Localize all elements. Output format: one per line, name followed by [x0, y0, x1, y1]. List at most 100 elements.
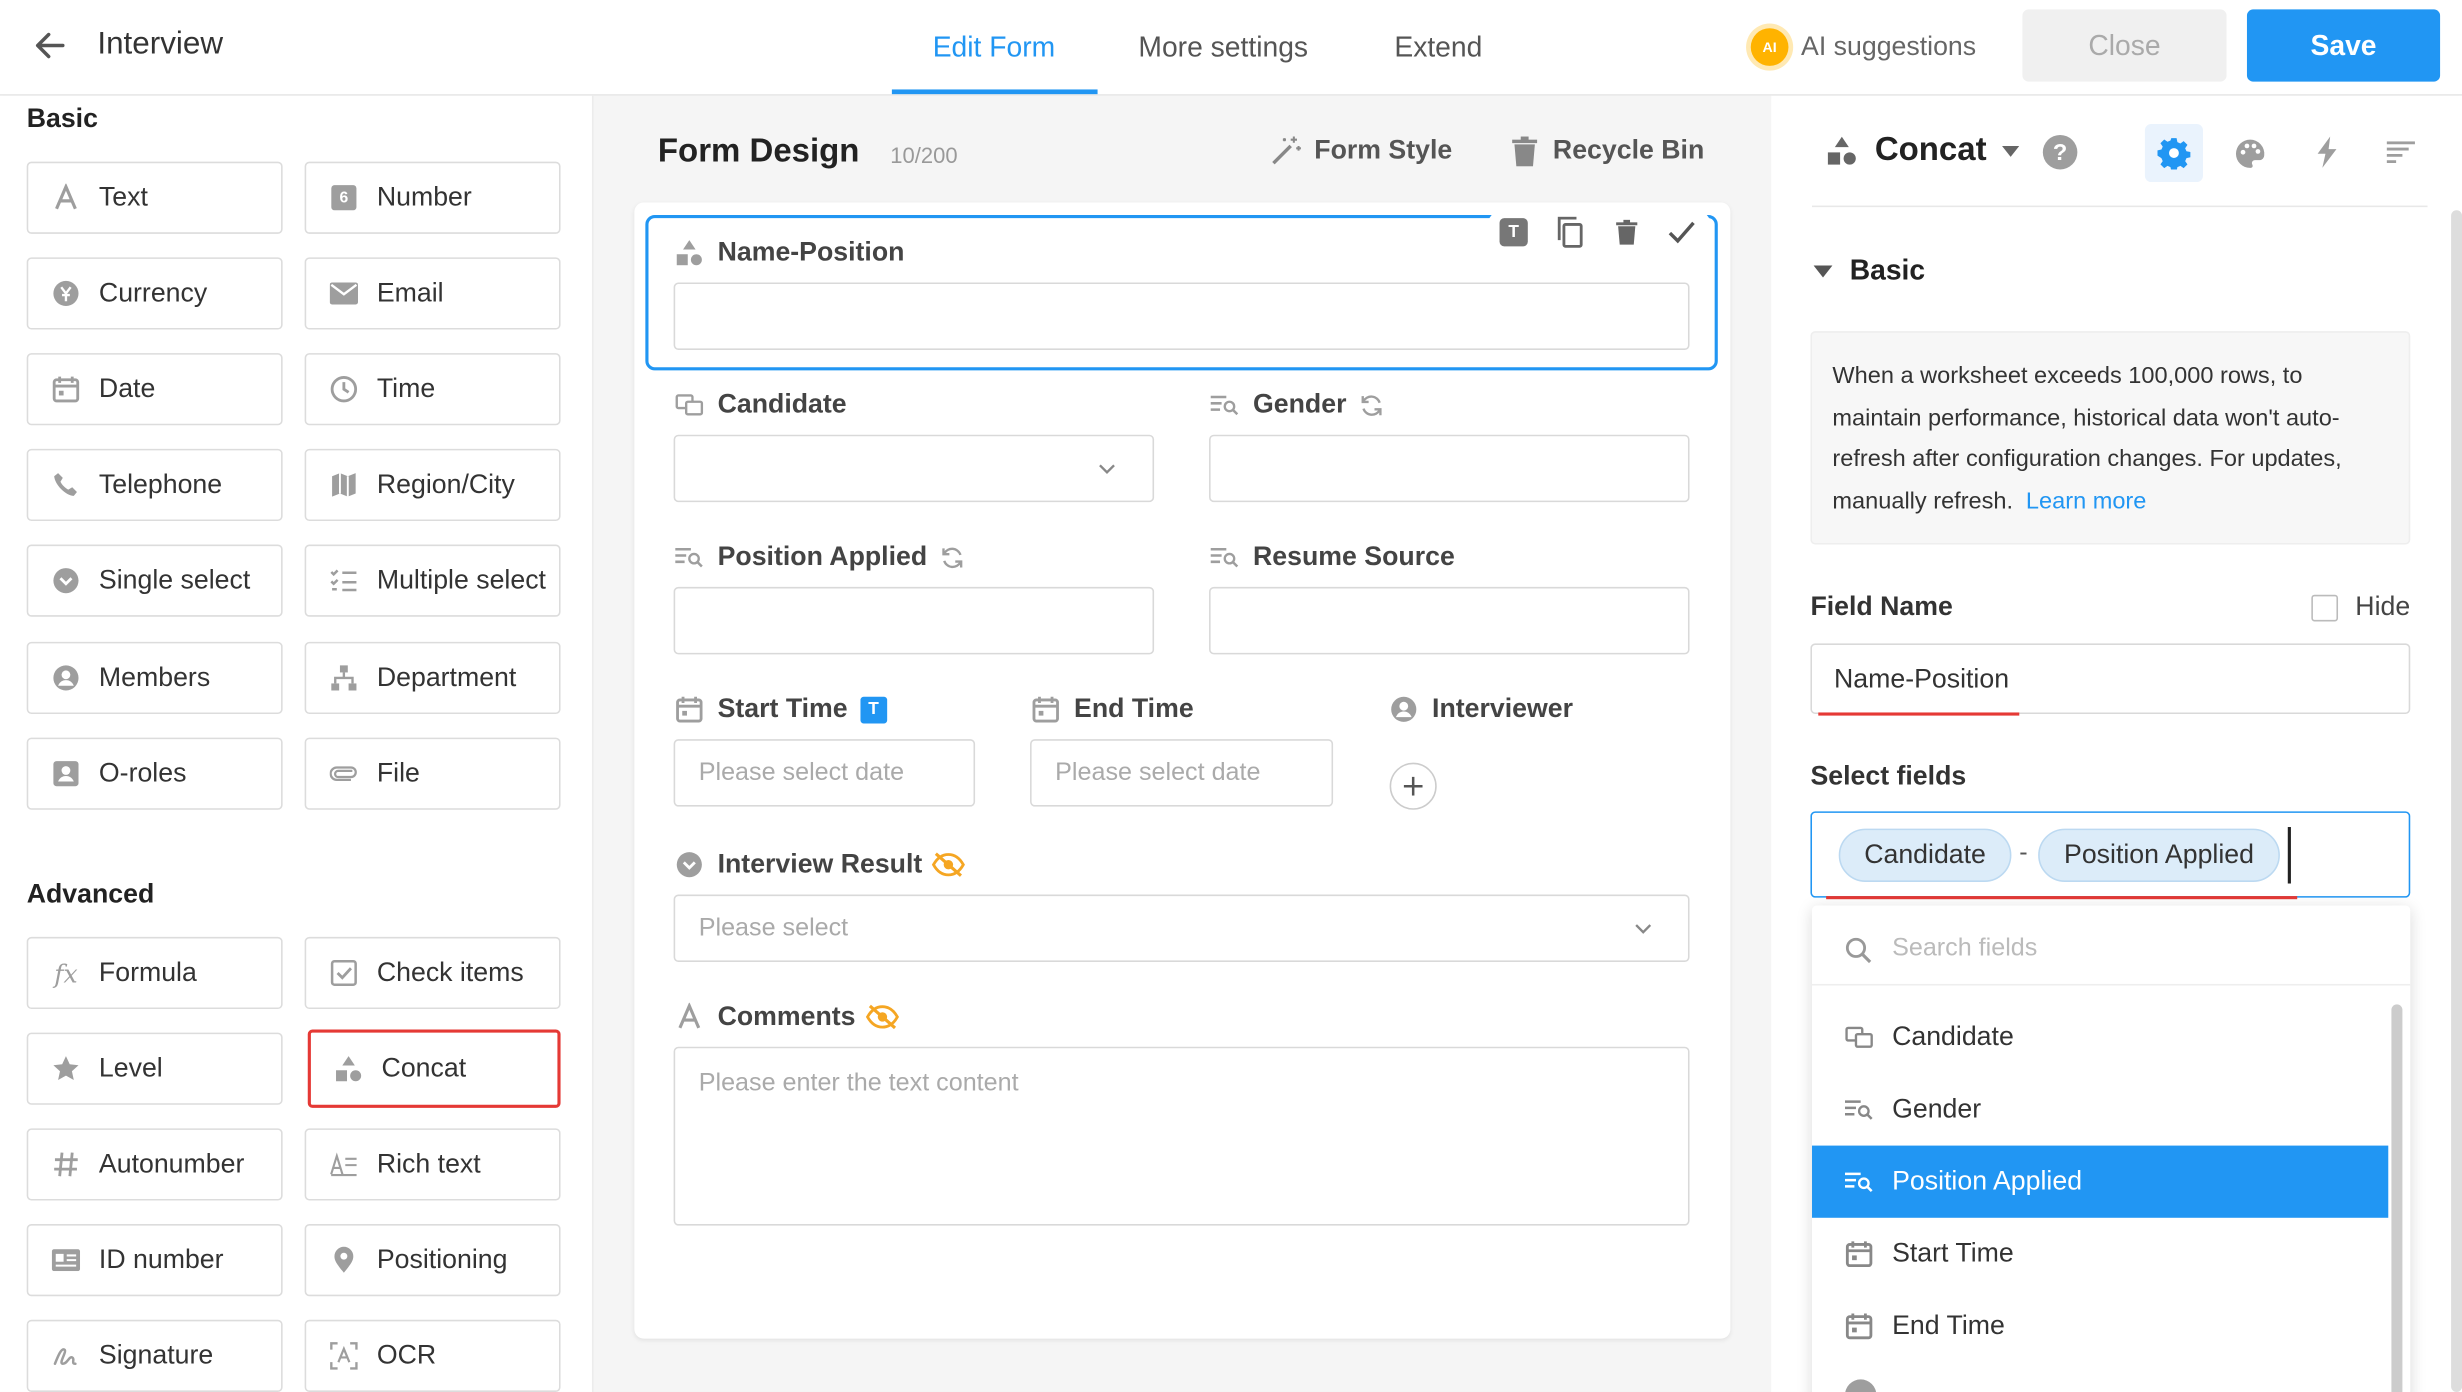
dropdown-item-end-time[interactable]: End Time	[1812, 1290, 2388, 1362]
close-button[interactable]: Close	[2022, 9, 2227, 82]
annotation-underline	[1826, 896, 2298, 900]
field-chip-position-applied[interactable]: Position Applied	[2038, 828, 2280, 882]
control-id-number[interactable]: ID number	[26, 1224, 283, 1297]
control-currency[interactable]: Currency	[26, 257, 283, 330]
gender-input[interactable]	[1209, 434, 1690, 503]
divider	[1812, 205, 2428, 208]
search-icon	[1843, 935, 1871, 963]
text-cursor	[2287, 827, 2291, 884]
control-label: Telephone	[98, 469, 223, 500]
control-rich-text[interactable]: Rich text	[304, 1128, 561, 1201]
learn-more-link[interactable]: Learn more	[2026, 488, 2146, 515]
delete-icon[interactable]	[1613, 218, 1641, 246]
help-question-icon[interactable]: ?	[2042, 134, 2078, 170]
hidden-eye-icon	[932, 851, 967, 879]
copy-icon[interactable]	[1554, 216, 1585, 248]
ai-suggestions-button[interactable]: AI AI suggestions	[1750, 24, 1976, 71]
chip-separator: -	[2019, 839, 2028, 867]
control-email[interactable]: Email	[304, 257, 561, 330]
dropdown-scrollbar[interactable]	[2391, 1004, 2403, 1392]
control-single-select[interactable]: Single select	[26, 544, 283, 617]
panel-scrollbar[interactable]	[2451, 210, 2462, 1392]
basic-section-label: Basic	[1849, 254, 1926, 286]
top-bar: Interview Edit Form More settings Extend…	[0, 0, 2462, 96]
control-department[interactable]: Department	[304, 641, 561, 715]
control-label: Date	[98, 373, 156, 404]
control-telephone[interactable]: Telephone	[26, 448, 283, 522]
control-text[interactable]: Text	[26, 161, 283, 234]
field-name-input[interactable]: Name-Position	[1810, 643, 2411, 715]
control-type-selector[interactable]: Concat	[1825, 132, 2020, 170]
candidate-select[interactable]	[673, 434, 1155, 503]
end-time-label: End Time	[1032, 694, 1194, 725]
dropdown-item-gender[interactable]: Gender	[1812, 1073, 2388, 1145]
sort-lines-icon[interactable]	[2385, 138, 2416, 166]
end-time-input[interactable]: Please select date	[1030, 739, 1334, 807]
tab-edit-form[interactable]: Edit Form	[933, 0, 1056, 96]
control-date[interactable]: Date	[26, 353, 283, 426]
refresh-icon[interactable]	[1359, 392, 1384, 417]
dropdown-item-start-time[interactable]: Start Time	[1812, 1218, 2388, 1290]
palette-icon[interactable]	[2233, 137, 2266, 170]
control-file[interactable]: File	[304, 737, 561, 810]
comments-textarea[interactable]: Please enter the text content	[673, 1046, 1690, 1226]
field-name-label: Field Name	[1810, 591, 1953, 622]
checkbox-icon	[330, 959, 358, 987]
dropdown-item-position-applied[interactable]: Position Applied	[1812, 1145, 2389, 1218]
control-check-items[interactable]: Check items	[304, 936, 561, 1010]
form-style-label: Form Style	[1314, 134, 1453, 165]
control-label: O-roles	[98, 757, 187, 788]
hide-checkbox[interactable]: Hide	[2311, 592, 2410, 623]
control-time[interactable]: Time	[304, 353, 561, 426]
name-position-input[interactable]	[673, 282, 1690, 350]
control-number[interactable]: 6 Number	[304, 161, 561, 234]
save-button[interactable]: Save	[2246, 9, 2441, 82]
control-autonumber[interactable]: Autonumber	[26, 1128, 283, 1201]
relation-icon	[675, 391, 704, 419]
app-title: Interview	[97, 26, 224, 62]
confirm-check-icon[interactable]	[1666, 217, 1697, 248]
single-select-icon	[675, 851, 703, 879]
location-pin-icon	[330, 1246, 358, 1274]
basic-collapse-toggle[interactable]: Basic	[1812, 254, 1925, 287]
calendar-icon	[1843, 1312, 1874, 1340]
calendar-icon	[675, 695, 703, 723]
tab-extend[interactable]: Extend	[1394, 0, 1482, 96]
control-concat[interactable]: Concat	[307, 1029, 561, 1108]
resume-source-input[interactable]	[1209, 586, 1690, 655]
recycle-bin-button[interactable]: Recycle Bin	[1511, 135, 1704, 166]
single-select-icon	[52, 567, 80, 595]
id-card-icon	[51, 1246, 81, 1274]
text-format-icon[interactable]: T	[1499, 218, 1528, 247]
currency-icon	[52, 279, 80, 307]
control-formula[interactable]: fx Formula	[26, 936, 283, 1010]
control-signature[interactable]: Signature	[26, 1319, 283, 1392]
rich-text-icon	[330, 1150, 358, 1178]
start-time-label: Start Time T	[675, 694, 887, 725]
basic-section-title: Basic	[26, 103, 98, 134]
control-label: OCR	[376, 1340, 437, 1370]
field-chip-candidate[interactable]: Candidate	[1838, 828, 2012, 882]
control-region-city[interactable]: Region/City	[304, 448, 561, 522]
control-level[interactable]: Level	[26, 1032, 283, 1105]
form-style-button[interactable]: Form Style	[1270, 135, 1452, 166]
add-member-plus-icon[interactable]	[1389, 762, 1437, 810]
field-label-text: Name-Position	[717, 236, 905, 267]
map-icon	[330, 471, 358, 499]
start-time-input[interactable]: Please select date	[673, 739, 976, 807]
tab-more-settings[interactable]: More settings	[1138, 0, 1308, 96]
control-members[interactable]: Members	[26, 641, 283, 715]
lightning-icon[interactable]	[2311, 135, 2342, 170]
interview-result-select[interactable]: Please select	[673, 894, 1690, 962]
control-ocr[interactable]: OCR	[304, 1319, 561, 1392]
dropdown-item-candidate[interactable]: Candidate	[1812, 1001, 2388, 1073]
search-fields-box[interactable]: Search fields	[1843, 935, 2037, 963]
form-design-title: Form Design	[657, 133, 860, 170]
control-positioning[interactable]: Positioning	[304, 1224, 561, 1297]
text-a-icon	[52, 183, 80, 212]
back-arrow-icon[interactable]	[31, 27, 69, 65]
position-applied-input[interactable]	[673, 586, 1155, 655]
control-multiple-select[interactable]: Multiple select	[304, 544, 561, 617]
control-o-roles[interactable]: O-roles	[26, 737, 283, 810]
refresh-icon[interactable]	[940, 545, 965, 570]
